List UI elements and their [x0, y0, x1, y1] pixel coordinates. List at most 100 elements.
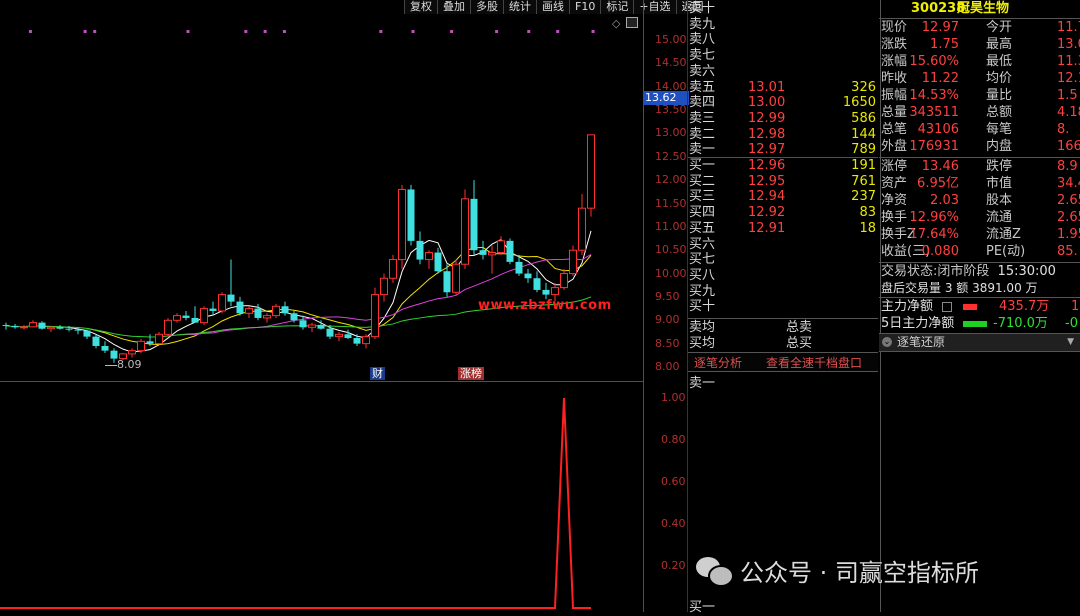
quote-value: 1.5	[1057, 88, 1078, 103]
ask-row[interactable]: 卖九	[688, 16, 878, 33]
ask-row[interactable]: 卖五 13.01 326	[688, 79, 878, 96]
quote2-label: 流通Z	[986, 227, 1021, 242]
candle	[236, 296, 244, 316]
candle-body	[92, 336, 100, 346]
tab-tick-analysis[interactable]: 逐笔分析	[694, 354, 742, 371]
bid-row[interactable]: 买二 12.95 761	[688, 173, 878, 190]
top-markers	[28, 30, 595, 33]
main-net-label: 主力净额	[881, 299, 934, 314]
bid-row[interactable]: 买五 12.91 18	[688, 220, 878, 237]
top-marker	[83, 30, 87, 33]
tick-bottom-label: 买一	[689, 600, 716, 615]
top-marker	[186, 30, 190, 33]
candle	[56, 324, 64, 330]
bid-row[interactable]: 买十	[688, 298, 878, 315]
tab-full-depth[interactable]: 查看全速千档盘口	[766, 354, 862, 371]
candle-body	[560, 273, 568, 289]
candle-body	[380, 277, 388, 296]
chevron-down-icon[interactable]: ⌄	[882, 337, 892, 347]
quote2-row: 换手12.96% 流通 2.65亿	[879, 210, 1080, 227]
candle	[173, 313, 181, 323]
watermark-text: 公众号 · 司赢空指标所	[740, 558, 979, 587]
top-marker	[411, 30, 415, 33]
bid-row[interactable]: 买四 12.92 83	[688, 204, 878, 221]
ask-levels: 卖十 卖九 卖八 卖七 卖六 卖五 13.01 326 卖四 13.00 1650 卖三 12.99 58…	[688, 0, 878, 170]
bid-row[interactable]: 买八	[688, 267, 878, 284]
quote2-value: 0.080	[921, 244, 959, 259]
candle	[524, 268, 532, 283]
quote2-row: 收益(三) 0.080 PE(动) 85.	[879, 244, 1079, 261]
top-marker	[282, 30, 286, 33]
quote2-label: 净资	[881, 193, 908, 208]
candle	[542, 282, 550, 300]
candle-body	[371, 294, 379, 338]
quote2-value: 12.96%	[909, 210, 959, 225]
candle-body	[164, 319, 172, 335]
candle	[281, 301, 289, 316]
quote-value: 15.60%	[909, 54, 959, 69]
indicator-area[interactable]	[0, 382, 643, 612]
limit-up-marker[interactable]: 涨榜	[458, 367, 484, 380]
price-tick-label: 9.50	[655, 289, 680, 303]
bid-price: 12.96	[748, 158, 786, 173]
wechat-watermark: 公众号 · 司赢空指标所	[696, 552, 979, 588]
bid-row[interactable]: 买九	[688, 283, 878, 300]
quote-label: 最高	[986, 37, 1013, 52]
ask-row[interactable]: 卖二 12.98 144	[688, 126, 878, 143]
ask-row[interactable]: 卖十	[688, 0, 878, 17]
candle-body	[578, 207, 586, 251]
total-sell-label: 总卖	[786, 320, 813, 335]
dropdown-arrow-icon[interactable]: ▼	[1067, 334, 1074, 351]
candle-body	[29, 322, 37, 328]
main5-net-label: 5日主力净额	[881, 316, 955, 331]
quote-label: 昨收	[881, 71, 908, 86]
quote-value: 43106	[917, 122, 959, 137]
main5-net-value: -710.0万	[993, 316, 1048, 331]
ask-row[interactable]: 卖四 13.00 1650	[688, 94, 878, 111]
signal-line-path	[0, 397, 591, 609]
quote-label: 每笔	[986, 122, 1013, 137]
candle-body	[506, 240, 514, 262]
candle-body	[2, 324, 10, 326]
bid-row[interactable]: 买六	[688, 236, 878, 253]
candle	[218, 292, 226, 314]
kline-chart[interactable]	[0, 0, 643, 382]
ask-row[interactable]: 卖一 12.97 789	[688, 141, 878, 158]
ask-row[interactable]: 卖八	[688, 31, 878, 48]
ask-row[interactable]: 卖七	[688, 47, 878, 64]
candle	[47, 325, 55, 332]
bid-label: 买五	[689, 220, 716, 236]
main5-net-row: 5日主力净额 -710.0万 -0!	[879, 315, 1080, 332]
info-icon[interactable]	[942, 302, 952, 312]
ask-label: 卖二	[689, 126, 716, 142]
bid-row[interactable]: 买七	[688, 251, 878, 268]
candle-body	[542, 289, 550, 295]
candle-body	[218, 294, 226, 312]
candle-body	[344, 334, 352, 339]
indicator-chart	[0, 397, 591, 609]
bid-row[interactable]: 买三 12.94 237	[688, 188, 878, 205]
kline-chart-area[interactable]	[0, 0, 643, 382]
candle-body	[587, 134, 595, 209]
quote-label: 均价	[986, 71, 1013, 86]
quote-row: 振幅 14.53% 量比 1.5	[879, 88, 1079, 105]
bid-row[interactable]: 买一 12.96 191	[688, 157, 878, 174]
candle-body	[128, 350, 136, 355]
ask-price: 12.97	[748, 142, 786, 158]
ask-label: 卖五	[689, 79, 716, 95]
tick-restore-bar[interactable]: ⌄ 逐笔还原 ▼	[879, 333, 1080, 352]
quote-value: 11.7	[1057, 20, 1080, 35]
candle	[128, 348, 136, 358]
candle	[488, 245, 496, 274]
candle-body	[47, 326, 55, 330]
candle-body	[497, 240, 505, 254]
candle	[587, 134, 595, 217]
quote-row: 昨收 11.22 均价 12.1	[879, 71, 1080, 88]
ask-row[interactable]: 卖三 12.99 586	[688, 110, 878, 127]
ask-label: 卖九	[689, 16, 716, 32]
ask-row[interactable]: 卖六	[688, 63, 878, 80]
finance-marker[interactable]: 财	[370, 367, 385, 380]
bid-volume: 83	[859, 205, 876, 221]
candle-body	[335, 333, 343, 338]
quote-value: 11.22	[921, 71, 959, 86]
